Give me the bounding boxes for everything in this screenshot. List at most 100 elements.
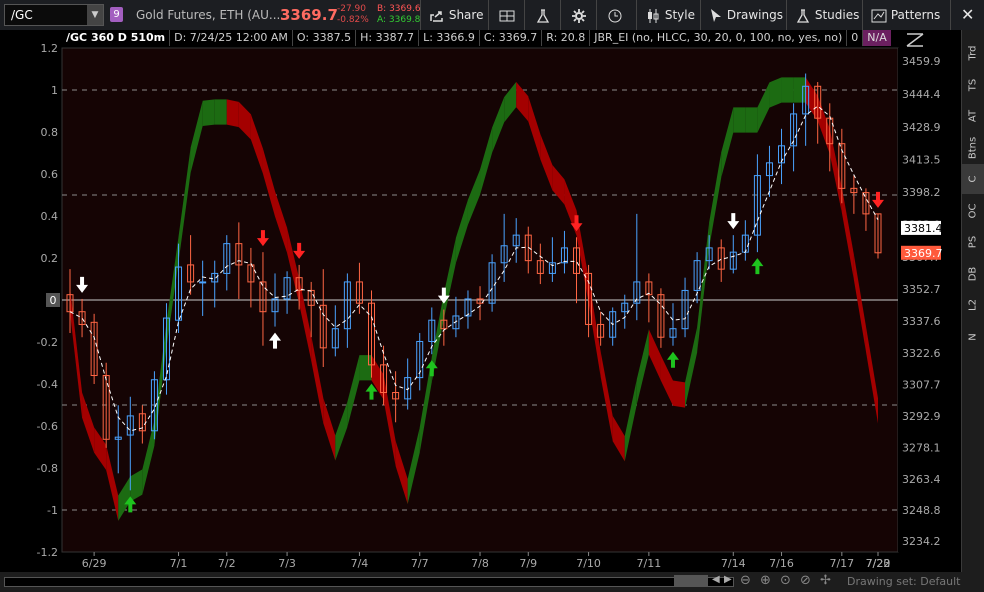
chart-area[interactable]: 1.2 1 0.8 0.6 0.4 0.2 0 0 -0.2 -0.4 -0.6 -0.8 -1 -1.2… <box>0 30 961 572</box>
side-tab-at[interactable]: AT <box>962 101 984 131</box>
left-tick-label: -0.6 <box>37 420 58 433</box>
reset-icon[interactable]: ⊘ <box>800 573 811 588</box>
oscillator-band <box>793 77 806 103</box>
date-label: 6/29 <box>82 557 107 570</box>
side-tab-label: AT <box>967 109 979 123</box>
symbol-text: /GC <box>11 8 33 22</box>
right-tick-label: 3263.4 <box>902 473 941 486</box>
date-label: 7/2 <box>218 557 236 570</box>
side-tab-label: L2 <box>967 299 979 311</box>
side-tab-db[interactable]: DB <box>962 259 984 289</box>
date-label: 7/10 <box>576 557 601 570</box>
left-tick-label: 1.2 <box>41 42 59 55</box>
right-tick-label: 3444.4 <box>902 88 941 101</box>
side-tab-label: TS <box>967 78 979 91</box>
patterns-label: Patterns <box>890 8 941 22</box>
expand-chart-icon[interactable] <box>905 32 925 48</box>
left-tick-label: -0.8 <box>37 462 58 475</box>
oscillator-band <box>359 355 372 381</box>
right-tick-label: 3352.7 <box>902 283 941 296</box>
patterns-icon <box>871 9 887 22</box>
drawing-set-label: Drawing set: Default <box>847 575 961 588</box>
gear-icon <box>572 8 586 23</box>
close-button[interactable]: ✕ <box>950 0 984 30</box>
header-close: C: 3369.7 <box>480 30 543 46</box>
studies-label: Studies <box>814 8 860 22</box>
pan-icon[interactable]: ✢ <box>820 573 831 588</box>
flexible-grid-button[interactable] <box>488 0 524 30</box>
left-tick-label: -1.2 <box>37 546 58 559</box>
share-button[interactable]: Share <box>420 0 488 30</box>
side-tab-ps[interactable]: PS <box>962 227 984 257</box>
time-button[interactable] <box>596 0 636 30</box>
side-tab-label: Trd <box>967 45 979 61</box>
style-label: Style <box>664 8 695 22</box>
side-tab-l2[interactable]: L2 <box>962 290 984 320</box>
left-tick-label: 1 <box>51 84 58 97</box>
change-box: -27.90 -0.82% <box>337 4 369 26</box>
side-tab-c[interactable]: C <box>962 164 984 194</box>
flask-button[interactable] <box>524 0 560 30</box>
oscillator-band <box>202 99 215 126</box>
patterns-button[interactable]: Patterns <box>862 0 950 30</box>
date-label: 7/8 <box>471 557 489 570</box>
right-tick-label: 3248.8 <box>902 504 941 517</box>
chart-svg[interactable]: 1.2 1 0.8 0.6 0.4 0.2 0 0 -0.2 -0.4 -0.6 -0.8 -1 -1.2… <box>0 30 961 572</box>
na-badge: N/A <box>863 30 891 46</box>
date-label: 7/4 <box>351 557 369 570</box>
left-tick-label: -1 <box>47 504 58 517</box>
zoom-in-icon[interactable]: ⊕ <box>760 573 771 588</box>
pct-change: -0.82% <box>337 15 369 25</box>
right-tick-label: 3428.9 <box>902 121 941 134</box>
oscillator-band <box>672 380 686 408</box>
oscillator-band <box>781 77 794 103</box>
chart-header: /GC 360 D 510m D: 7/24/25 12:00 AM O: 3387… <box>62 30 891 48</box>
last-price-label: 3369.7 <box>904 247 943 260</box>
scroll-left-icon[interactable]: ◀ <box>712 574 720 585</box>
drawings-label: Drawings <box>726 8 783 22</box>
date-label: 7/16 <box>769 557 794 570</box>
left-tick-label: -0.2 <box>37 336 58 349</box>
date-label: 7/1 <box>170 557 188 570</box>
side-tab-oc[interactable]: OC <box>962 196 984 226</box>
right-tick-label: 3459.9 <box>902 55 941 68</box>
oscillator-band <box>226 99 239 128</box>
left-tick-label: 0.4 <box>41 210 59 223</box>
link-badge[interactable]: 9 <box>110 7 123 22</box>
scroll-right-icon[interactable]: ▶ <box>724 574 732 585</box>
drawings-button[interactable]: Drawings <box>700 0 786 30</box>
horizontal-scrollbar[interactable] <box>4 577 734 587</box>
instrument-description: Gold Futures, ETH (AU... <box>136 8 281 22</box>
study-value: 0 <box>847 30 864 46</box>
studies-button[interactable]: Studies <box>786 0 862 30</box>
right-tick-label: 3322.6 <box>902 347 941 360</box>
side-tab-label: C <box>967 175 979 183</box>
scrollbar-thumb[interactable] <box>674 575 708 587</box>
header-low: L: 3366.9 <box>419 30 480 46</box>
cursor-icon <box>711 8 721 22</box>
right-tick-label: 3413.5 <box>902 154 941 167</box>
date-label: 7/9 <box>519 557 537 570</box>
chevron-down-icon[interactable]: ▼ <box>87 5 103 25</box>
side-tab-btns[interactable]: Btns <box>962 133 984 163</box>
flask-studies-icon <box>796 8 810 23</box>
side-tab-n[interactable]: N <box>962 322 984 352</box>
bid-ask: B: 3369.6 A: 3369.8 <box>377 4 421 26</box>
zero-marker-label: 0 <box>50 294 57 307</box>
style-button[interactable]: Style <box>636 0 700 30</box>
side-tab-label: OC <box>967 203 979 218</box>
side-tab-label: PS <box>967 235 979 249</box>
toolbar: /GC ▼ 9 Gold Futures, ETH (AU... 3369.7 … <box>0 0 984 31</box>
side-tab-trd[interactable]: Trd <box>962 38 984 68</box>
ask-price: A: 3369.8 <box>377 15 421 25</box>
side-tab-ts[interactable]: TS <box>962 70 984 100</box>
bottom-bar: ◀ ▶ ⊖ ⊕ ⊙ ⊘ ✢ Drawing set: Default <box>0 572 984 592</box>
symbol-input[interactable]: /GC ▼ <box>4 4 104 26</box>
oscillator-band <box>733 107 746 133</box>
net-change: -27.90 <box>337 4 367 14</box>
zoom-out-icon[interactable]: ⊖ <box>740 573 751 588</box>
zoom-icon[interactable]: ⊙ <box>780 573 791 588</box>
study-label: JBR_EI (no, HLCC, 30, 20, 0, 100, no, ye… <box>590 30 848 46</box>
settings-button[interactable] <box>560 0 596 30</box>
right-tick-label: 3337.6 <box>902 315 941 328</box>
